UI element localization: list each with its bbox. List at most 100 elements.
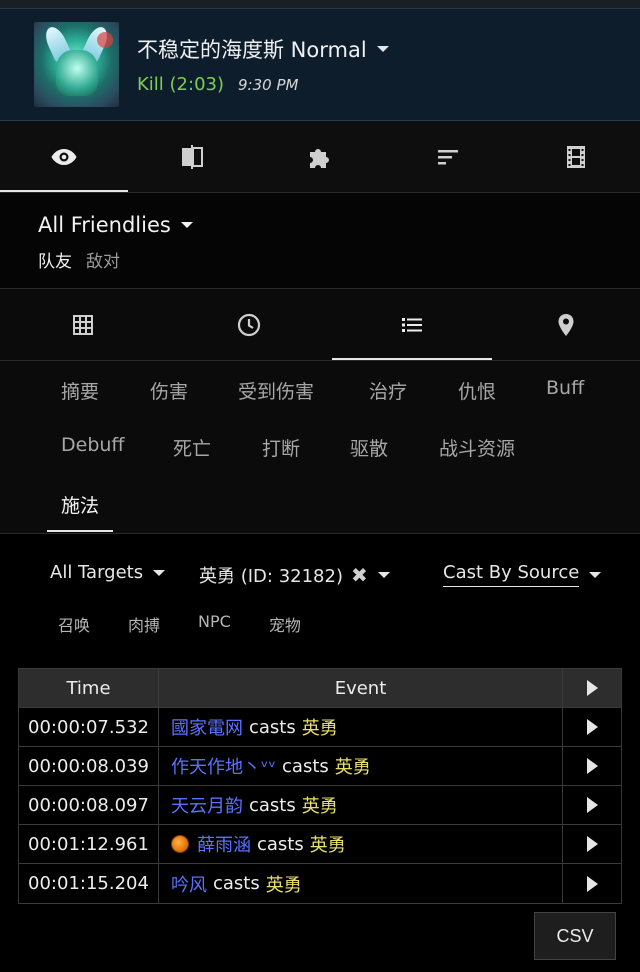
- category-resources[interactable]: 战斗资源: [439, 434, 515, 461]
- event-source[interactable]: 吟风: [171, 871, 207, 897]
- event-target[interactable]: 英勇: [310, 831, 346, 857]
- main-tabs: [0, 121, 640, 193]
- play-icon: [586, 758, 598, 774]
- event-verb: casts: [257, 833, 304, 855]
- row-event: 天云月韵 casts 英勇: [159, 786, 563, 824]
- category-healing[interactable]: 治疗: [369, 377, 407, 404]
- row-time: 00:00:08.039: [19, 747, 159, 785]
- category-damage-taken[interactable]: 受到伤害: [238, 377, 314, 404]
- row-expand-button[interactable]: [563, 708, 621, 746]
- tab-sort[interactable]: [384, 121, 512, 192]
- friendlies-panel: All Friendlies 队友 敌对: [0, 193, 640, 289]
- row-time: 00:01:12.961: [19, 825, 159, 863]
- table-row[interactable]: 00:00:07.532 國家電网 casts 英勇: [19, 708, 621, 747]
- tab-events[interactable]: [332, 289, 492, 360]
- header-event: Event: [159, 669, 563, 707]
- category-casts[interactable]: 施法: [46, 491, 114, 532]
- csv-export-button[interactable]: CSV: [534, 912, 616, 960]
- row-time: 00:01:15.204: [19, 864, 159, 903]
- tab-table[interactable]: [0, 289, 166, 360]
- table-row[interactable]: 00:01:12.961 薛雨涵 casts 英勇: [19, 825, 621, 864]
- event-source[interactable]: 國家電网: [171, 714, 243, 740]
- event-target[interactable]: 英勇: [335, 753, 371, 779]
- row-time: 00:00:07.532: [19, 708, 159, 746]
- row-event: 吟风 casts 英勇: [159, 864, 563, 903]
- category-tabs: 摘要 伤害 受到伤害 治疗 仇恨 Buff Debuff 死亡 打断 驱散 战斗…: [0, 361, 640, 534]
- category-buff[interactable]: Buff: [546, 377, 584, 399]
- list-icon: [402, 317, 422, 332]
- mode-dropdown[interactable]: Cast By Source: [443, 562, 602, 587]
- friendlies-label: All Friendlies: [38, 213, 171, 237]
- category-threat[interactable]: 仇恨: [458, 377, 496, 404]
- event-source[interactable]: 作天作地丶ᵛᵛ: [171, 753, 276, 779]
- expand-all-button[interactable]: [563, 669, 621, 707]
- boss-portrait: [34, 22, 119, 107]
- boss-name: 不稳定的海度斯 Normal: [137, 38, 367, 62]
- table-row[interactable]: 00:00:08.039 作天作地丶ᵛᵛ casts 英勇: [19, 747, 621, 786]
- chevron-down-icon: [376, 46, 389, 52]
- tab-timeline[interactable]: [166, 289, 332, 360]
- event-target[interactable]: 英勇: [266, 871, 302, 897]
- event-target[interactable]: 英勇: [302, 714, 338, 740]
- sort-icon: [438, 149, 458, 164]
- ability-dropdown[interactable]: 英勇 (ID: 32182) ✖: [199, 562, 390, 588]
- view-tabs: [0, 289, 640, 361]
- fight-result: Kill (2:03): [137, 74, 224, 95]
- team-toggle[interactable]: 队友: [38, 247, 72, 272]
- tab-compare[interactable]: [128, 121, 256, 192]
- row-expand-button[interactable]: [563, 864, 621, 903]
- event-verb: casts: [213, 873, 260, 894]
- row-expand-button[interactable]: [563, 747, 621, 785]
- pet-filter-melee[interactable]: 肉搏: [128, 612, 160, 636]
- friendlies-dropdown[interactable]: All Friendlies: [38, 213, 640, 237]
- row-expand-button[interactable]: [563, 786, 621, 824]
- play-icon: [586, 719, 598, 735]
- chevron-down-icon: [180, 222, 193, 228]
- film-icon: [567, 145, 585, 168]
- class-spec-icon: [171, 835, 189, 853]
- row-expand-button[interactable]: [563, 825, 621, 863]
- event-verb: casts: [282, 755, 329, 777]
- fight-header[interactable]: 不稳定的海度斯 Normal Kill (2:03) 9:30 PM: [0, 9, 640, 121]
- event-source[interactable]: 薛雨涵: [197, 831, 251, 857]
- event-target[interactable]: 英勇: [302, 792, 338, 818]
- table-row[interactable]: 00:01:15.204 吟风 casts 英勇: [19, 864, 621, 903]
- eye-icon: [51, 148, 77, 165]
- category-dispels[interactable]: 驱散: [350, 434, 388, 461]
- fight-time: 9:30 PM: [238, 76, 299, 94]
- play-icon: [586, 797, 598, 813]
- ability-label: 英勇 (ID: 32182): [199, 566, 343, 587]
- boss-title[interactable]: 不稳定的海度斯 Normal: [137, 34, 389, 64]
- events-table: Time Event 00:00:07.532 國家電网 casts 英勇 00…: [18, 668, 622, 904]
- event-verb: casts: [249, 716, 296, 738]
- play-icon: [586, 836, 598, 852]
- mode-label: Cast By Source: [443, 562, 580, 587]
- event-source[interactable]: 天云月韵: [171, 792, 243, 818]
- category-interrupts[interactable]: 打断: [262, 434, 300, 461]
- play-icon: [586, 875, 598, 892]
- enemy-toggle[interactable]: 敌对: [86, 247, 120, 272]
- pet-filter-npc[interactable]: NPC: [198, 612, 231, 636]
- puzzle-icon: [310, 148, 329, 168]
- row-event: 國家電网 casts 英勇: [159, 708, 563, 746]
- category-damage[interactable]: 伤害: [150, 377, 188, 404]
- pet-filter-summon[interactable]: 召唤: [58, 612, 90, 636]
- tab-overview[interactable]: [0, 121, 128, 192]
- table-row[interactable]: 00:00:08.097 天云月韵 casts 英勇: [19, 786, 621, 825]
- tab-puzzle[interactable]: [256, 121, 384, 192]
- row-time: 00:00:08.097: [19, 786, 159, 824]
- pet-filter-pet[interactable]: 宠物: [269, 612, 301, 636]
- map-pin-icon: [558, 313, 574, 336]
- category-deaths[interactable]: 死亡: [173, 434, 211, 461]
- category-summary[interactable]: 摘要: [61, 377, 99, 404]
- table-header: Time Event: [19, 669, 621, 708]
- grid-icon: [73, 314, 93, 335]
- chevron-down-icon: [153, 569, 166, 576]
- row-event: 作天作地丶ᵛᵛ casts 英勇: [159, 747, 563, 785]
- category-debuff[interactable]: Debuff: [61, 434, 125, 456]
- targets-dropdown[interactable]: All Targets: [50, 562, 166, 583]
- tab-map[interactable]: [492, 289, 640, 360]
- clear-icon[interactable]: ✖: [351, 563, 368, 587]
- tab-replay[interactable]: [512, 121, 640, 192]
- pet-filters: 召唤 肉搏 NPC 宠物: [58, 612, 301, 636]
